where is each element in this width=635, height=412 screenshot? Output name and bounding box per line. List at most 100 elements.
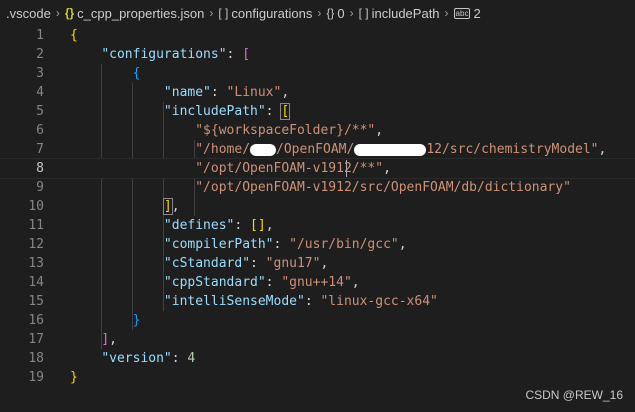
array-icon: [ ] — [358, 6, 369, 20]
line-number: 19 — [28, 370, 44, 385]
json-string: 12/src/chemistryModel" — [426, 142, 599, 157]
line-number: 8 — [36, 161, 44, 176]
code-line: 7 "/home/ /OpenFOAM/12/src/chemistryModel… — [0, 140, 635, 159]
redaction-mark — [250, 143, 277, 156]
code-line: 5 "includePath": [ — [0, 102, 635, 121]
json-key: "intelliSenseMode" — [163, 294, 305, 309]
code-line: 12 "compilerPath": "/usr/bin/gcc", — [0, 235, 635, 254]
line-number: 6 — [36, 123, 44, 138]
code-line: 6 "${workspaceFolder}/**", — [0, 121, 635, 140]
breadcrumb: .vscode › {} c_cpp_properties.json › [ ]… — [0, 0, 635, 26]
text-cursor — [346, 160, 347, 177]
json-string: "linux-gcc-x64" — [320, 294, 438, 309]
line-number: 16 — [28, 313, 44, 328]
line-number: 1 — [36, 28, 44, 43]
json-string: "/usr/bin/gcc" — [289, 237, 399, 252]
breadcrumb-element-label: 2 — [473, 5, 481, 21]
code-line: 19 } — [0, 368, 635, 387]
code-text: "intelliSenseMode": "linux-gcc-x64" — [163, 294, 438, 309]
breadcrumb-index[interactable]: {} 0 — [326, 6, 344, 21]
code-text: "/home//OpenFOAM/12/src/chemistryModel", — [195, 142, 607, 157]
code-line: 10 ], — [0, 197, 635, 216]
code-line: 9 "/opt/OpenFOAM-v1912/src/OpenFOAM/db/d… — [0, 178, 635, 197]
line-number: 7 — [36, 142, 44, 157]
chevron-right-icon: › — [444, 6, 449, 20]
line-number: 14 — [28, 275, 44, 290]
code-line: 1 { — [0, 26, 635, 45]
line-number: 4 — [36, 85, 44, 100]
chevron-right-icon: › — [317, 6, 322, 20]
code-text: { — [70, 28, 78, 43]
number-icon: abc — [453, 7, 471, 19]
breadcrumb-includepath-label: includePath — [371, 5, 440, 21]
breadcrumb-folder[interactable]: .vscode — [6, 6, 51, 21]
code-line: 13 "cStandard": "gnu17", — [0, 254, 635, 273]
line-number: 2 — [36, 47, 44, 62]
json-key: "configurations" — [101, 47, 227, 62]
code-text: { — [132, 66, 141, 81]
code-text: "configurations": [ — [101, 47, 251, 62]
json-number: 4 — [187, 351, 196, 366]
breadcrumb-file-label: c_cpp_properties.json — [77, 5, 205, 21]
code-text: "cStandard": "gnu17", — [163, 256, 329, 271]
line-number: 15 — [28, 294, 44, 309]
json-string: "/home/ — [195, 142, 251, 157]
code-line: 18 "version": 4 — [0, 349, 635, 368]
json-key: "defines" — [163, 218, 235, 233]
line-number: 18 — [28, 351, 44, 366]
code-line: 2 "configurations": [ — [0, 45, 635, 64]
breadcrumb-folder-label: .vscode — [6, 5, 51, 21]
chevron-right-icon: › — [209, 6, 214, 20]
json-string: "Linux" — [226, 85, 282, 100]
json-key: "version" — [101, 351, 172, 366]
redaction-mark — [354, 143, 427, 156]
code-editor[interactable]: 1 { 2 "configurations": [ 3 { 4 "name": … — [0, 26, 635, 386]
json-key: "cppStandard" — [163, 275, 266, 290]
line-number: 5 — [36, 104, 44, 119]
chevron-right-icon: › — [55, 6, 60, 20]
json-string: "gnu17" — [265, 256, 321, 271]
code-text: "name": "Linux", — [163, 85, 290, 100]
code-text: "compilerPath": "/usr/bin/gcc", — [163, 237, 407, 252]
code-text: } — [132, 313, 141, 328]
json-key: "cStandard" — [163, 256, 251, 271]
line-number: 11 — [28, 218, 44, 233]
json-string: "gnu++14" — [281, 275, 352, 290]
breadcrumb-configurations-label: configurations — [231, 5, 313, 21]
code-text: "/opt/OpenFOAM-v1912/**", — [195, 161, 391, 176]
json-key: "compilerPath" — [163, 237, 274, 252]
code-text: ], — [162, 198, 180, 215]
object-icon: {} — [326, 6, 335, 20]
code-text: ], — [101, 332, 117, 347]
breadcrumb-configurations[interactable]: [ ] configurations — [218, 6, 312, 21]
breadcrumb-file[interactable]: {} c_cpp_properties.json — [65, 6, 205, 21]
json-braces-icon: {} — [64, 6, 75, 20]
json-string: /**" — [351, 161, 384, 176]
line-number: 9 — [36, 180, 44, 195]
code-line: 3 { — [0, 64, 635, 83]
line-number: 10 — [28, 199, 44, 214]
json-string: /OpenFOAM/ — [276, 142, 355, 157]
code-text: "version": 4 — [101, 351, 196, 366]
json-string: "/opt/OpenFOAM-v1912 — [195, 161, 352, 176]
watermark: CSDN @REW_16 — [525, 388, 623, 402]
json-string: "/opt/OpenFOAM-v1912/src/OpenFOAM/db/dic… — [195, 180, 571, 195]
code-line: 16 } — [0, 311, 635, 330]
json-key: "name" — [163, 85, 211, 100]
line-number: 3 — [36, 66, 44, 81]
code-text: "includePath": [ — [163, 103, 291, 120]
code-text: "cppStandard": "gnu++14", — [163, 275, 360, 290]
breadcrumb-element[interactable]: abc 2 — [453, 5, 481, 21]
code-text: "/opt/OpenFOAM-v1912/src/OpenFOAM/db/dic… — [70, 178, 571, 197]
code-text: "${workspaceFolder}/**", — [195, 123, 384, 138]
breadcrumb-includepath[interactable]: [ ] includePath — [359, 6, 440, 21]
chevron-right-icon: › — [349, 6, 354, 20]
code-line: 14 "cppStandard": "gnu++14", — [0, 273, 635, 292]
line-number: 17 — [28, 332, 44, 347]
code-line: 11 "defines": [], — [0, 216, 635, 235]
code-line: 17 ], — [0, 330, 635, 349]
json-key: "includePath" — [163, 104, 266, 119]
code-line: 15 "intelliSenseMode": "linux-gcc-x64" — [0, 292, 635, 311]
code-line-current: 8 "/opt/OpenFOAM-v1912/**", — [0, 158, 635, 179]
code-line: 4 "name": "Linux", — [0, 83, 635, 102]
